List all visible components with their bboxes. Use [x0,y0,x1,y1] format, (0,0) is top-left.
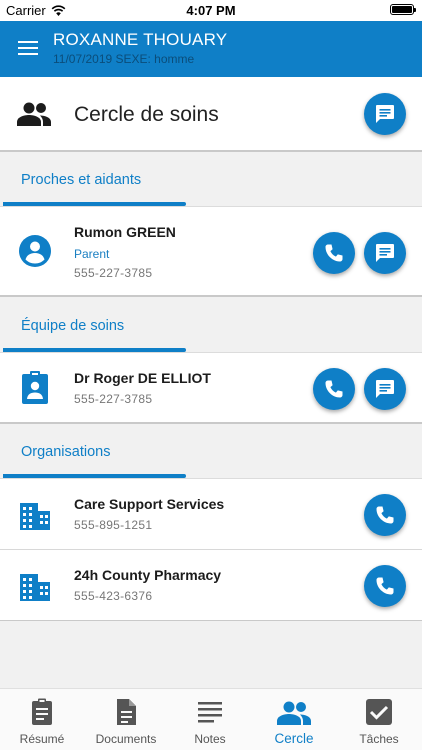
contact-role: Parent [74,247,110,261]
nav-tab-taches[interactable]: Tâches [337,689,421,750]
nav-tab-resume[interactable]: Résumé [0,689,84,750]
person-icon [19,235,51,267]
document-icon [117,699,136,725]
page-header: Cercle de soins [0,77,422,152]
nav-tab-notes[interactable]: Notes [168,689,252,750]
contact-phone: 555-227-3785 [74,266,153,280]
phone-icon [325,380,343,398]
contact-name: Rumon GREEN [74,224,176,240]
building-icon [20,574,50,601]
section-title: Organisations [21,444,111,460]
nav-tab-documents[interactable]: Documents [84,689,168,750]
contact-name: 24h County Pharmacy [74,567,222,583]
call-button[interactable] [364,565,406,607]
phone-icon [376,506,394,524]
menu-icon[interactable] [18,41,38,57]
patient-name: ROXANNE THOUARY [53,30,228,49]
contact-row-county-pharmacy[interactable]: 24h County Pharmacy 555-423-6376 [0,550,422,620]
contact-card-dr-roger[interactable]: Dr Roger DE ELLIOT 555-227-3785 [0,352,422,424]
phone-icon [376,577,394,595]
patient-info: 11/07/2019 SEXE: homme [53,52,195,66]
message-icon [376,380,394,398]
organisations-card: Care Support Services 555-895-1251 24h C… [0,478,422,621]
contact-name: Care Support Services [74,496,225,512]
nav-tab-cercle[interactable]: Cercle [252,689,336,750]
message-icon [376,244,394,262]
page-title: Cercle de soins [74,103,219,126]
contact-phone: 555-227-3785 [74,392,153,406]
phone-icon [325,244,343,262]
section-header-organisations: Organisations [0,424,422,478]
section-title: Proches et aidants [21,172,142,188]
section-title: Équipe de soins [21,318,125,334]
status-bar: Carrier 4:07 PM [0,0,422,21]
people-icon [277,701,311,725]
app-header: ROXANNE THOUARY 11/07/2019 SEXE: homme [0,21,422,77]
contact-phone: 555-423-6376 [74,589,153,603]
call-button[interactable] [313,232,355,274]
bottom-navigation: Résumé Documents Notes Cercle Tâches [0,688,422,750]
message-button[interactable] [364,232,406,274]
nav-label: Cercle [274,731,314,746]
battery-icon [390,4,416,15]
contact-row-care-support[interactable]: Care Support Services 555-895-1251 [0,479,422,549]
section-header-proches: Proches et aidants [0,152,422,206]
status-time: 4:07 PM [186,3,236,18]
badge-icon [22,371,48,404]
call-button[interactable] [313,368,355,410]
message-button[interactable] [364,368,406,410]
call-button[interactable] [364,494,406,536]
nav-label: Documents [95,732,157,746]
message-icon [376,105,394,123]
message-button[interactable] [364,93,406,135]
building-icon [20,503,50,530]
people-icon [17,102,51,126]
contact-card-rumon-green[interactable]: Rumon GREEN Parent 555-227-3785 [0,206,422,297]
notes-icon [198,702,222,723]
contact-phone: 555-895-1251 [74,518,153,532]
section-header-equipe: Équipe de soins [0,298,422,352]
nav-label: Notes [194,732,226,746]
nav-label: Résumé [19,732,65,746]
nav-label: Tâches [359,732,399,746]
clipboard-icon [32,698,52,725]
contact-name: Dr Roger DE ELLIOT [74,370,211,386]
checkbox-icon [366,699,392,725]
